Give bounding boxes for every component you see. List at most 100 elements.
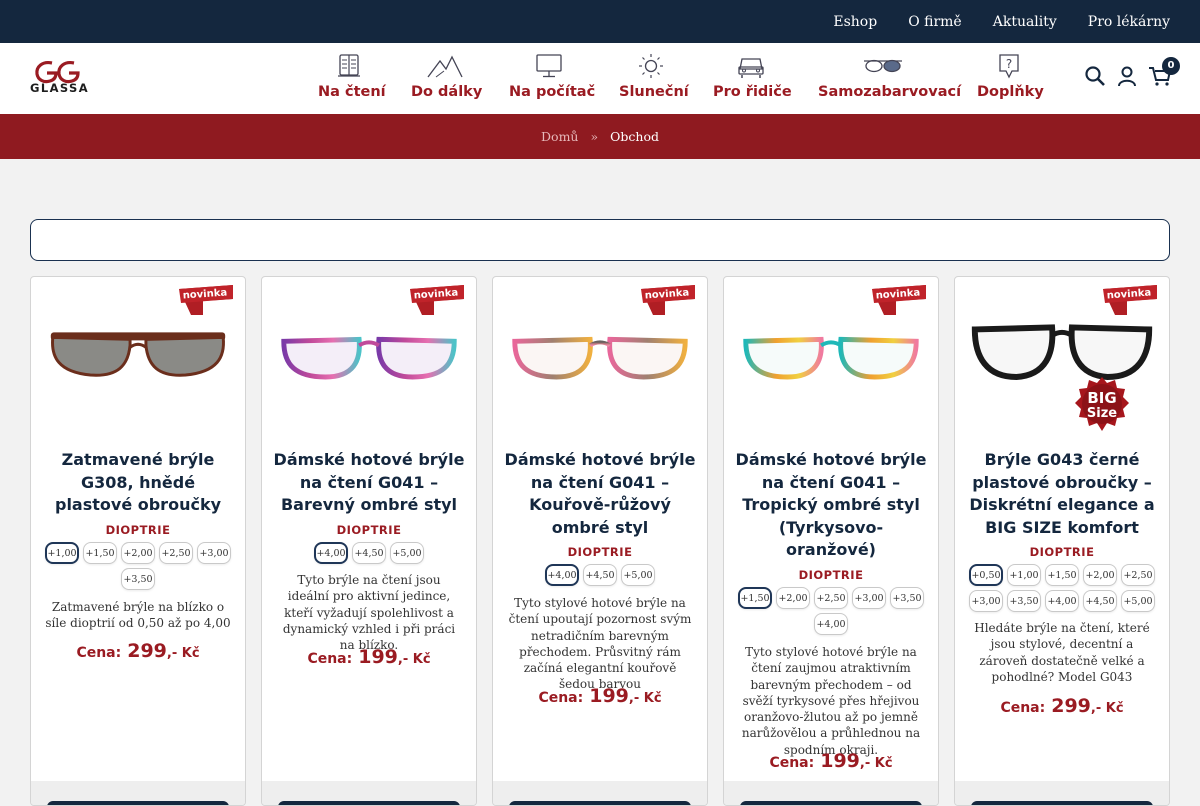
dioptrie-option[interactable]: +4,00 — [314, 542, 348, 564]
dioptrie-option[interactable]: +2,50 — [1121, 564, 1155, 586]
breadcrumb-current: Obchod — [610, 129, 659, 144]
add-to-cart-button[interactable] — [740, 801, 922, 805]
price-currency: ,- Kč — [166, 646, 200, 661]
novinka-badge: novinka — [641, 285, 695, 315]
breadcrumb-home[interactable]: Domů — [541, 129, 578, 144]
add-to-cart-button[interactable] — [47, 801, 229, 805]
dioptrie-option[interactable]: +4,00 — [814, 613, 848, 635]
dioptrie-option[interactable]: +3,50 — [1007, 590, 1041, 612]
product-title[interactable]: Dámské hotové brýle na čtení G041 – Kouř… — [503, 449, 697, 539]
book-icon — [338, 54, 360, 77]
dioptrie-options: +4,00 +4,50 +5,00 — [503, 564, 697, 586]
product-card[interactable]: novinka Dámské hotové brýle na čtení G04… — [492, 276, 708, 806]
dioptrie-options: +0,50 +1,00 +1,50 +2,00 +2,50 +3,00 +3,5… — [965, 564, 1159, 612]
nav-pro-ridice[interactable]: Pro řidiče — [713, 53, 792, 100]
product-image[interactable] — [724, 317, 938, 437]
product-title[interactable]: Zatmavené brýle G308, hnědé plastové obr… — [41, 449, 235, 517]
add-to-cart-button[interactable] — [971, 801, 1153, 805]
dioptrie-option[interactable]: +4,00 — [545, 564, 579, 586]
product-image[interactable] — [493, 317, 707, 437]
dioptrie-option[interactable]: +5,00 — [390, 542, 424, 564]
question-bubble-icon: ? — [999, 54, 1019, 79]
user-icon — [1118, 66, 1136, 87]
card-footer — [724, 781, 938, 805]
product-title[interactable]: Brýle G043 černé plastové obroučky – Dis… — [965, 449, 1159, 539]
filter-bar[interactable] — [30, 219, 1170, 261]
product-description: Tyto stylové hotové brýle na čtení upout… — [508, 596, 692, 692]
product-title[interactable]: Dámské hotové brýle na čtení G041 – Trop… — [734, 449, 928, 562]
product-image[interactable] — [955, 317, 1169, 437]
product-description: Tyto stylové hotové brýle na čtení zaujm… — [741, 645, 921, 757]
nav-na-cteni[interactable]: Na čtení — [318, 53, 386, 100]
dioptrie-option[interactable]: +1,50 — [1045, 564, 1079, 586]
nav-samozabarvovaci[interactable]: Samozabarvovací — [818, 53, 961, 100]
top-bar: Eshop O firmě Aktuality Pro lékárny — [0, 0, 1200, 43]
product-card[interactable]: novinka Zatmavené brýle G308, hnědé plas… — [30, 276, 246, 806]
dioptrie-option[interactable]: +1,50 — [83, 542, 117, 564]
novinka-badge: novinka — [410, 285, 464, 315]
dioptrie-option[interactable]: +0,50 — [969, 564, 1003, 586]
dioptrie-option[interactable]: +4,00 — [1045, 590, 1079, 612]
add-to-cart-button[interactable] — [509, 801, 691, 805]
dioptrie-label: DIOPTRIE — [567, 545, 633, 559]
dioptrie-option[interactable]: +5,00 — [621, 564, 655, 586]
search-icon — [1085, 66, 1105, 86]
card-footer — [262, 781, 476, 805]
topnav-eshop[interactable]: Eshop — [833, 14, 877, 30]
dioptrie-option[interactable]: +2,50 — [159, 542, 193, 564]
svg-text:BIG: BIG — [1087, 389, 1116, 407]
card-footer — [493, 781, 707, 805]
nav-do-dalky[interactable]: Do dálky — [411, 53, 482, 100]
dioptrie-option[interactable]: +3,50 — [890, 587, 924, 609]
product-card[interactable]: novinka Dámské hotové brýle na čtení G04… — [723, 276, 939, 806]
product-price: Cena: 199,- Kč — [493, 685, 707, 707]
dioptrie-option[interactable]: +1,00 — [45, 542, 79, 564]
product-title[interactable]: Dámské hotové brýle na čtení G041 – Bare… — [272, 449, 466, 517]
dioptrie-option[interactable]: +4,50 — [1083, 590, 1117, 612]
breadcrumb-separator: » — [590, 129, 599, 144]
dioptrie-option[interactable]: +3,00 — [852, 587, 886, 609]
nav-slunecni[interactable]: Sluneční — [619, 53, 689, 100]
price-label: Cena: — [76, 645, 122, 661]
car-icon — [738, 58, 764, 78]
nav-na-pocitac[interactable]: Na počítač — [509, 53, 595, 100]
dioptrie-option[interactable]: +2,00 — [121, 542, 155, 564]
bigsize-badge: BIG Size — [1075, 377, 1129, 431]
dioptrie-option[interactable]: +2,00 — [776, 587, 810, 609]
account-button[interactable] — [1116, 65, 1138, 91]
topnav-pro-lekarny[interactable]: Pro lékárny — [1088, 14, 1170, 30]
price-currency: ,- Kč — [397, 652, 431, 667]
svg-text:?: ? — [1006, 57, 1012, 71]
dioptrie-label: DIOPTRIE — [336, 523, 402, 537]
dioptrie-option[interactable]: +1,50 — [738, 587, 772, 609]
dioptrie-label: DIOPTRIE — [105, 523, 171, 537]
dioptrie-option[interactable]: +3,50 — [121, 568, 155, 590]
dioptrie-option[interactable]: +5,00 — [1121, 590, 1155, 612]
novinka-badge: novinka — [179, 285, 233, 315]
dioptrie-option[interactable]: +3,00 — [969, 590, 1003, 612]
topnav-aktuality[interactable]: Aktuality — [993, 14, 1057, 30]
card-footer — [955, 781, 1169, 805]
cart-button[interactable]: 0 — [1148, 57, 1180, 91]
price-currency: ,- Kč — [628, 691, 662, 706]
novinka-badge: novinka — [872, 285, 926, 315]
dioptrie-label: DIOPTRIE — [798, 568, 864, 582]
add-to-cart-button[interactable] — [278, 801, 460, 805]
product-card[interactable]: novinka Dámské hotové brýle na čtení G04… — [261, 276, 477, 806]
product-card[interactable]: novinka BIG Size Brýle G043 černé plasto… — [954, 276, 1170, 806]
breadcrumb: Domů » Obchod — [0, 114, 1200, 159]
product-image[interactable] — [262, 317, 476, 437]
topnav-o-firme[interactable]: O firmě — [908, 14, 962, 30]
card-footer — [31, 781, 245, 805]
product-image[interactable] — [31, 317, 245, 437]
dioptrie-option[interactable]: +1,00 — [1007, 564, 1041, 586]
dioptrie-option[interactable]: +2,50 — [814, 587, 848, 609]
dioptrie-option[interactable]: +4,50 — [583, 564, 617, 586]
search-button[interactable] — [1084, 65, 1106, 91]
cart-count-badge: 0 — [1162, 57, 1180, 75]
dioptrie-option[interactable]: +2,00 — [1083, 564, 1117, 586]
dioptrie-option[interactable]: +4,50 — [352, 542, 386, 564]
nav-doplnky[interactable]: ? Doplňky — [977, 53, 1044, 100]
dioptrie-options: +1,00 +1,50 +2,00 +2,50 +3,00 +3,50 — [41, 542, 235, 590]
dioptrie-option[interactable]: +3,00 — [197, 542, 231, 564]
